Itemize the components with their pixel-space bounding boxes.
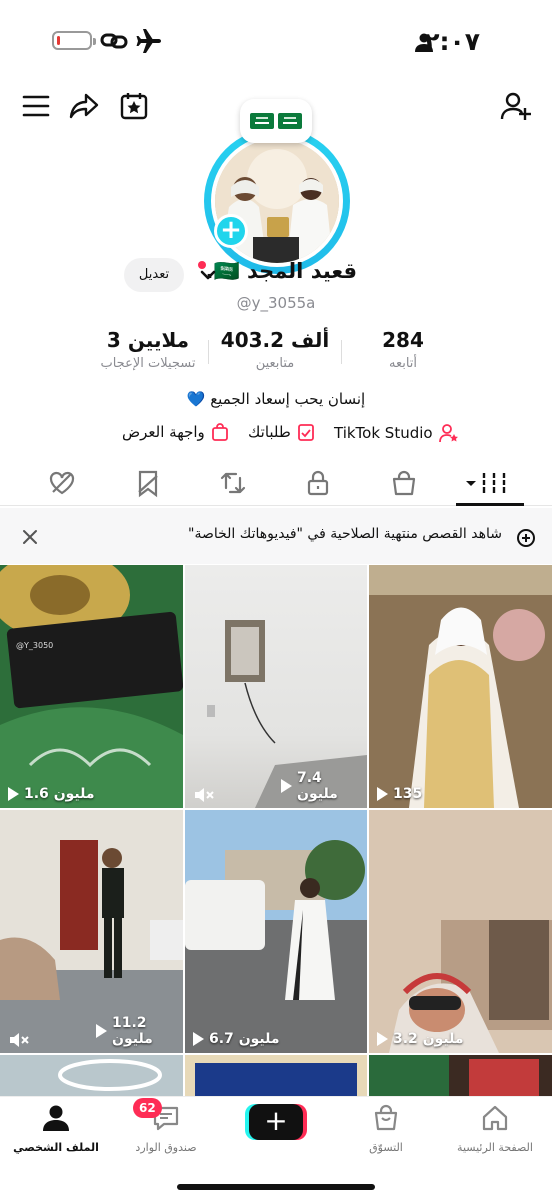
view-count: 11.2 مليون (0, 1015, 183, 1047)
nav-shop[interactable]: التسوّق (336, 1103, 436, 1154)
active-tab-indicator (456, 503, 524, 506)
edit-profile-button[interactable]: تعديل (124, 258, 184, 292)
link-icon (100, 33, 128, 49)
add-circle-icon (517, 529, 535, 547)
view-count: 1.6 مليون (0, 786, 183, 802)
nav-profile[interactable]: الملف الشخصي (6, 1103, 106, 1154)
video-thumbnail[interactable]: 3.2 مليون (369, 810, 552, 1053)
person-star-icon (438, 424, 458, 443)
view-count-text: 3.2 مليون (393, 1031, 464, 1047)
airplane-icon (136, 29, 161, 53)
showcase-link[interactable]: واجهة العرض (122, 423, 229, 441)
nav-inbox[interactable]: صندوق الوارد (116, 1103, 216, 1154)
inbox-badge: 62 (133, 1098, 162, 1118)
menu-icon[interactable] (20, 90, 52, 122)
video-thumbnail[interactable]: 6.7 مليون (185, 810, 367, 1053)
tiktok-studio-label: TikTok Studio (334, 424, 433, 442)
profile-icon (43, 1105, 69, 1131)
play-icon (8, 787, 19, 801)
view-count: 6.7 مليون (185, 1031, 367, 1047)
profile-bio: إنسان يحب إسعاد الجميع 💙 (186, 390, 366, 408)
nav-home-label: الصفحة الرئيسية (457, 1141, 533, 1154)
likes-count: 3 ملايين (106, 328, 190, 352)
notification-dot (198, 261, 206, 269)
repost-icon[interactable] (218, 468, 248, 498)
saudi-flag-icon (250, 113, 274, 129)
view-count-text: 1.6 مليون (24, 786, 95, 802)
shopping-bag-icon (211, 423, 228, 441)
flag-sticker (240, 99, 312, 143)
orders-label: طلباتك (248, 423, 291, 441)
tiktok-studio-link[interactable]: TikTok Studio (334, 423, 459, 443)
thumbnail-text: @Y_3050 (16, 641, 54, 650)
create-button[interactable]: + (249, 1104, 303, 1140)
nav-profile-label: الملف الشخصي (13, 1141, 99, 1154)
view-count: 135 (369, 786, 552, 802)
video-thumbnail[interactable]: @Y_3050 1.6 مليون (0, 565, 183, 808)
showcase-label: واجهة العرض (122, 423, 205, 441)
status-bar: ٢:٠٧ (0, 0, 552, 84)
following-count: 284 (382, 328, 424, 352)
videos-grid-icon[interactable] (462, 468, 512, 498)
followers-label: متابعين (255, 356, 295, 371)
favorites-hidden-icon[interactable] (133, 468, 163, 498)
shopping-bag-tab-icon[interactable] (389, 468, 419, 498)
lock-icon[interactable] (303, 468, 333, 498)
clipboard-check-icon (297, 424, 314, 441)
nav-home[interactable]: الصفحة الرئيسية (445, 1103, 545, 1154)
home-icon (482, 1105, 508, 1131)
video-thumbnail[interactable] (185, 1055, 367, 1096)
play-icon (193, 1032, 204, 1046)
profile-name: قعيد المجد 🇸🇦. (205, 259, 358, 283)
saudi-flag-icon (278, 113, 302, 129)
play-icon (281, 779, 292, 793)
shop-icon (374, 1104, 398, 1131)
following-label: أتابعه (388, 356, 418, 371)
view-count-text: 11.2 مليون (112, 1015, 153, 1047)
add-friend-icon[interactable] (500, 90, 532, 122)
play-icon (377, 787, 388, 801)
following-stat[interactable]: 284 أتابعه (348, 328, 458, 371)
followers-count: 403.2 ألف (220, 328, 330, 352)
profile-handle: @y_3055a (236, 294, 316, 312)
close-icon[interactable] (22, 529, 38, 545)
home-indicator (177, 1184, 375, 1190)
calendar-star-icon[interactable] (118, 90, 150, 122)
plus-icon: + (264, 1104, 288, 1137)
play-icon (96, 1024, 107, 1038)
person-icon (415, 33, 433, 52)
video-thumbnail[interactable]: 7.4 مليون (185, 565, 367, 808)
video-thumbnail[interactable]: 11.2 مليون (0, 810, 183, 1053)
stat-divider (341, 340, 342, 364)
view-count-text: 135 (393, 786, 423, 802)
liked-heart-hidden-icon[interactable] (47, 468, 77, 498)
nav-shop-label: التسوّق (369, 1141, 403, 1154)
nav-inbox-label: صندوق الوارد (135, 1141, 197, 1154)
add-story-button[interactable]: + (214, 214, 248, 248)
view-count: 3.2 مليون (369, 1031, 552, 1047)
likes-stat[interactable]: 3 ملايين تسجيلات الإعجاب (88, 328, 208, 371)
view-count-text: 7.4 مليون (297, 770, 338, 802)
profile-tabs (0, 460, 552, 506)
stat-divider (208, 340, 209, 364)
play-icon (377, 1032, 388, 1046)
view-count: 7.4 مليون (185, 770, 367, 802)
banner-text: شاهد القصص منتهية الصلاحية في "فيديوهاتك… (188, 526, 502, 542)
video-thumbnail[interactable]: 135 (369, 565, 552, 808)
view-count-text: 6.7 مليون (209, 1031, 280, 1047)
orders-link[interactable]: طلباتك (248, 423, 315, 441)
share-icon[interactable] (68, 90, 100, 122)
likes-label: تسجيلات الإعجاب (100, 356, 196, 371)
expired-stories-banner[interactable]: شاهد القصص منتهية الصلاحية في "فيديوهاتك… (0, 508, 552, 564)
video-thumbnail[interactable] (0, 1055, 183, 1096)
battery-icon (52, 31, 96, 50)
video-thumbnail[interactable] (369, 1055, 552, 1096)
followers-stat[interactable]: 403.2 ألف متابعين (210, 328, 340, 371)
